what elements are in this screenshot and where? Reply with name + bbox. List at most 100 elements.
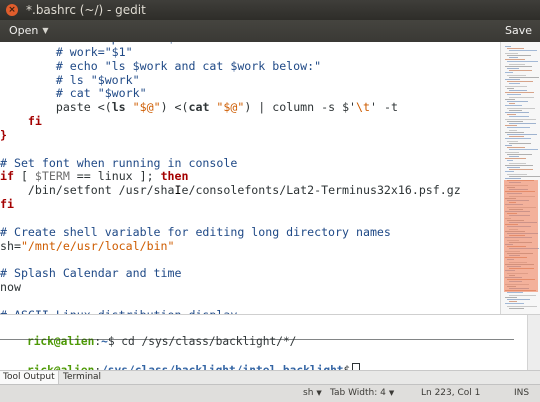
minimap-line xyxy=(509,142,531,144)
code-token: sh= xyxy=(0,238,21,253)
code-line[interactable]: sh="/mnt/e/usr/local/bin" xyxy=(0,238,461,254)
minimap-line xyxy=(507,107,535,109)
code-line[interactable]: # work="$1" xyxy=(0,44,461,60)
minimap-line xyxy=(505,125,517,127)
minimap-line xyxy=(507,153,532,155)
minimap-viewport[interactable] xyxy=(504,180,538,292)
open-button-label: Open xyxy=(9,24,39,37)
window-titlebar: × *.bashrc (~/) - gedit xyxy=(0,0,540,20)
minimap-line xyxy=(507,68,519,69)
code-line[interactable]: # echo "ls $work and cat $work below:" xyxy=(0,59,461,74)
code-token: ls xyxy=(111,100,126,115)
minimap-line xyxy=(507,160,513,162)
minimap-line xyxy=(509,136,524,138)
minimap-line xyxy=(507,94,521,96)
code-line[interactable] xyxy=(0,212,461,226)
minimap-line xyxy=(507,61,538,63)
minimap-line xyxy=(505,158,526,160)
text-editor[interactable]: # echo "put cat $work" # work="$1" # ech… xyxy=(0,42,500,314)
prompt-user: rick@alien xyxy=(26,335,95,348)
tab-tool-output[interactable]: Tool Output xyxy=(0,371,59,384)
code-token: $TERM xyxy=(34,169,70,184)
open-button[interactable]: Open ▼ xyxy=(4,22,54,40)
language-selector[interactable]: sh ▼ xyxy=(303,385,322,402)
code-line[interactable]: /bin/setfont /usr/shaIe/consolefonts/Lat… xyxy=(0,183,461,198)
code-token: ) | column -s $' xyxy=(244,100,357,115)
code-line[interactable]: # Create shell variable for editing long… xyxy=(0,224,461,240)
cursor-position: Ln 223, Col 1 xyxy=(421,388,481,398)
minimap-line xyxy=(507,81,533,83)
window-title: *.bashrc (~/) - gedit xyxy=(26,3,146,17)
code-line[interactable]: # cat "$work" xyxy=(0,86,461,101)
save-button[interactable]: Save xyxy=(501,22,536,40)
terminal-line: rick@alien:~$ cd /sys/class/backlight/*/ xyxy=(26,335,297,348)
minimap-line xyxy=(505,59,525,61)
chevron-down-icon: ▼ xyxy=(316,389,322,397)
minimap-line xyxy=(505,303,524,305)
window-controls: × xyxy=(6,4,18,16)
code-token: # Create shell variable for editing long… xyxy=(0,224,391,239)
code-token: "$@" xyxy=(209,100,245,115)
minimap-line xyxy=(509,129,517,131)
code-token: e/consolefonts/Lat2-Terminus32x16.psf.gz xyxy=(181,183,461,198)
minimap-line xyxy=(507,299,530,300)
code-line[interactable]: fi xyxy=(0,114,461,129)
close-window-button[interactable]: × xyxy=(6,4,18,16)
code-line[interactable]: paste <(ls "$@") <(cat "$@") | column -s… xyxy=(0,100,461,115)
minimap-line xyxy=(505,98,515,100)
tab-terminal[interactable]: Terminal xyxy=(60,371,104,384)
minimap-line xyxy=(509,123,536,124)
minimap-line xyxy=(509,83,520,85)
code-token: # work="$1" xyxy=(0,44,133,59)
minimap-line xyxy=(505,105,522,107)
minimap-line xyxy=(505,65,532,67)
code-line[interactable] xyxy=(0,254,461,268)
code-line[interactable]: # ls "$work" xyxy=(0,73,461,88)
language-label: sh xyxy=(303,388,314,398)
minimap-line xyxy=(509,149,538,151)
code-token: # cat "$work" xyxy=(0,86,147,101)
minimap-line xyxy=(505,52,518,54)
code-line[interactable]: # Splash Calendar and time xyxy=(0,266,461,281)
minimap-line xyxy=(509,90,527,91)
code-token: [ xyxy=(13,169,35,184)
minimap-line xyxy=(509,63,525,65)
terminal-command: cd /sys/class/backlight/*/ xyxy=(114,335,297,348)
minimap-line xyxy=(509,162,526,164)
code-line[interactable] xyxy=(0,295,461,309)
minimap-line xyxy=(507,48,524,50)
minimap-line xyxy=(507,173,527,175)
code-token: # Splash Calendar and time xyxy=(0,266,182,281)
code-line[interactable]: } xyxy=(0,127,461,143)
code-line[interactable]: if [ $TERM == linux ]; then xyxy=(0,170,461,184)
code-token: ) <( xyxy=(160,100,189,115)
insert-mode: INS xyxy=(514,388,530,398)
minimap-line xyxy=(509,76,539,78)
minimap-line xyxy=(509,109,522,111)
minimap-line xyxy=(505,112,529,113)
code-line[interactable]: now xyxy=(0,280,461,295)
tab-width-selector[interactable]: Tab Width: 4 ▼ xyxy=(330,385,394,402)
minimap-line xyxy=(507,74,526,76)
minimap-line xyxy=(507,114,516,116)
code-token: now xyxy=(0,280,21,295)
code-token: "/mnt/e/usr/local/bin" xyxy=(20,238,175,253)
minimap-line xyxy=(505,178,521,179)
code-token: \t xyxy=(356,100,370,115)
terminal-panel[interactable]: rick@alien:~$ cd /sys/class/backlight/*/… xyxy=(0,314,540,377)
code-line[interactable]: # Set font when running in console xyxy=(0,156,461,171)
chevron-down-icon: ▼ xyxy=(388,389,395,397)
code-line[interactable] xyxy=(0,143,461,157)
minimap-line xyxy=(509,169,533,171)
code-view[interactable]: # echo "put cat $work" # work="$1" # ech… xyxy=(0,42,461,314)
code-token: /bin/setfont /usr/sha xyxy=(0,183,175,198)
code-token: ' -t xyxy=(370,100,398,115)
minimap-line xyxy=(507,147,525,149)
terminal-scrollbar[interactable] xyxy=(527,315,540,370)
code-token: } xyxy=(0,127,7,142)
terminal-separator xyxy=(0,339,514,340)
minimap[interactable] xyxy=(500,42,540,314)
code-token: paste <( xyxy=(0,100,112,115)
code-token: fi xyxy=(0,114,42,129)
code-line[interactable]: fi xyxy=(0,197,461,212)
